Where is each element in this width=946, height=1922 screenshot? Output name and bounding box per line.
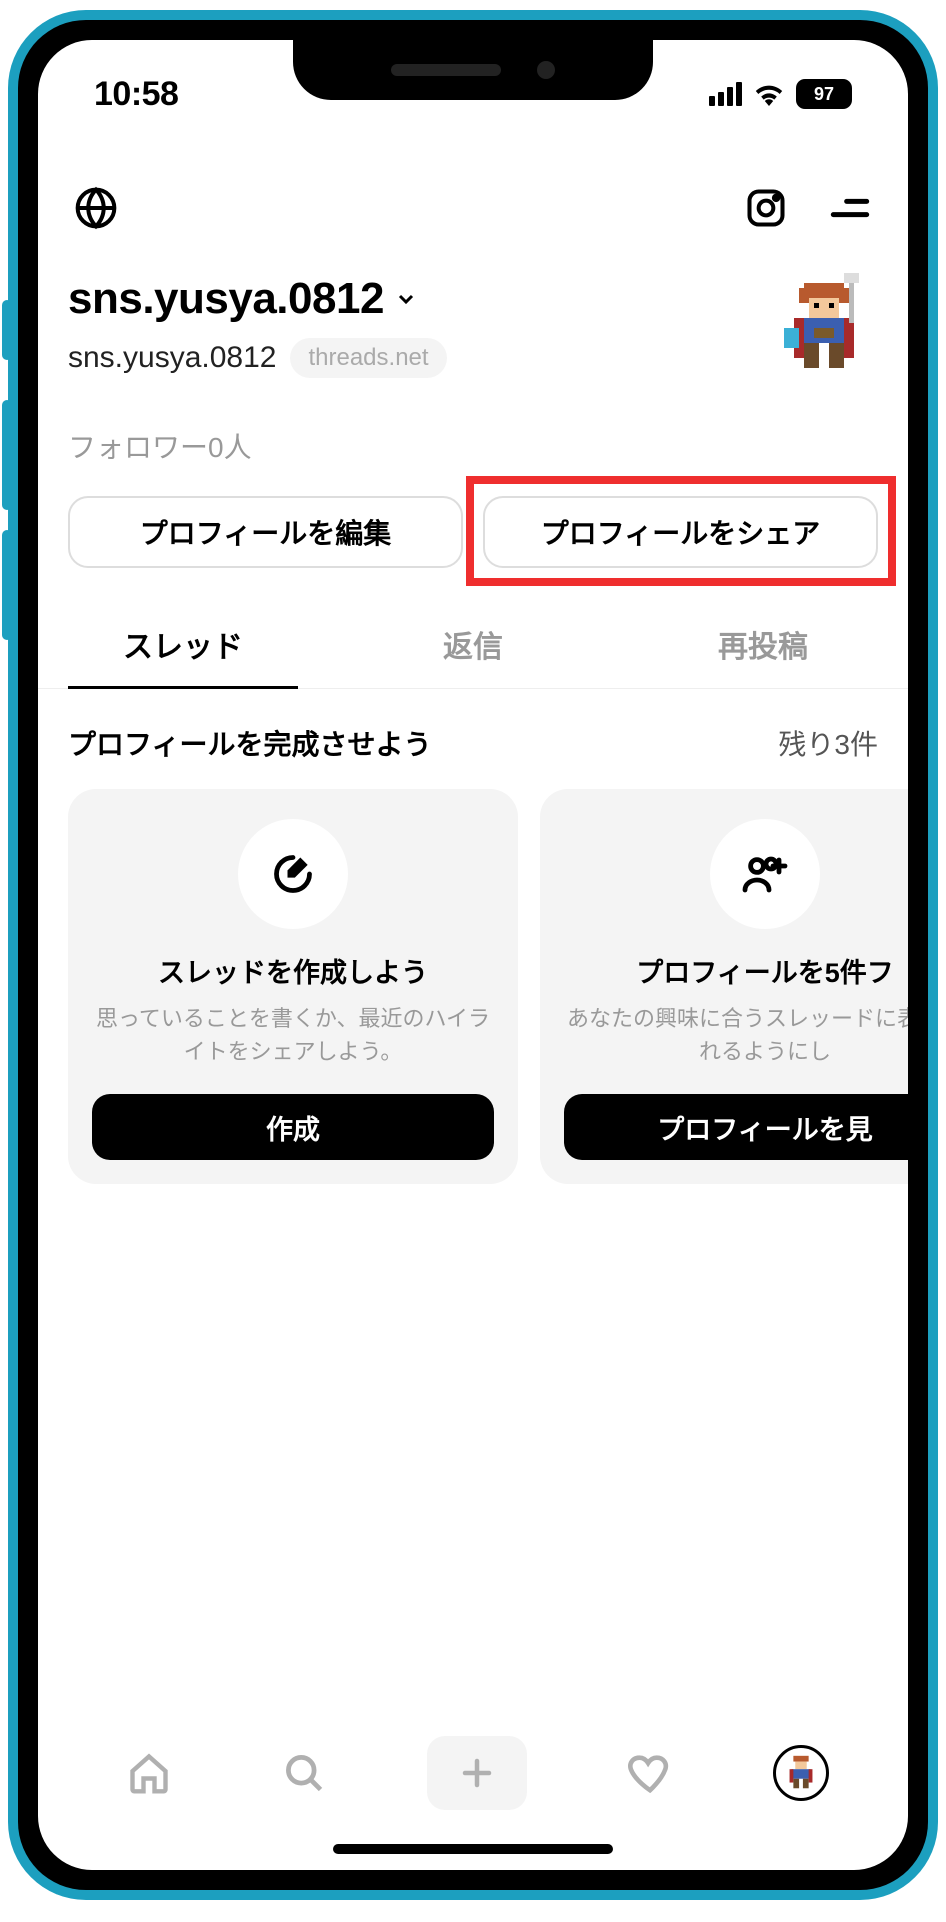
status-time: 10:58 [94,75,178,114]
avatar[interactable] [770,274,878,382]
heart-icon[interactable] [618,1741,682,1805]
onboarding-card-follow: プロフィールを5件フ あなたの興味に合うスレッードに表示されるようにし プロフィ… [540,789,908,1184]
complete-profile-title: プロフィールを完成させよう [68,723,431,763]
globe-icon[interactable] [72,184,120,232]
card-title: スレッドを作成しよう [158,951,428,990]
home-indicator[interactable] [333,1844,613,1854]
tab-threads[interactable]: スレッド [38,608,328,688]
followers-count[interactable]: フォロワー0人 [68,426,878,466]
view-profiles-button[interactable]: プロフィールを見 [564,1094,908,1160]
cellular-icon [709,82,742,106]
threads-badge[interactable]: threads.net [290,338,446,378]
edit-icon [238,819,348,929]
handle: sns.yusya.0812 [68,341,276,375]
card-desc: あなたの興味に合うスレッードに表示されるようにし [564,1002,908,1068]
compose-button[interactable] [427,1736,527,1810]
tab-reposts[interactable]: 再投稿 [618,608,908,688]
person-add-icon [710,819,820,929]
menu-icon[interactable] [826,184,874,232]
onboarding-card-create-thread: スレッドを作成しよう 思っていることを書くか、最近のハイライトをシェアしよう。 … [68,789,518,1184]
chevron-down-icon [394,287,418,311]
card-title: プロフィールを5件フ [636,951,893,990]
profile-tabs: スレッド 返信 再投稿 [38,608,908,689]
username-dropdown[interactable]: sns.yusya.0812 [68,274,447,324]
profile-nav-icon[interactable] [773,1745,829,1801]
remaining-count: 残り3件 [778,723,878,763]
search-icon[interactable] [272,1741,336,1805]
card-desc: 思っていることを書くか、最近のハイライトをシェアしよう。 [92,1002,494,1068]
battery-icon: 97 [796,79,852,109]
wifi-icon [754,82,784,106]
edit-profile-button[interactable]: プロフィールを編集 [68,496,463,568]
share-profile-button[interactable]: プロフィールをシェア [483,496,878,568]
instagram-icon[interactable] [742,184,790,232]
home-icon[interactable] [117,1741,181,1805]
tab-replies[interactable]: 返信 [328,608,618,688]
create-thread-button[interactable]: 作成 [92,1094,494,1160]
username: sns.yusya.0812 [68,274,384,324]
